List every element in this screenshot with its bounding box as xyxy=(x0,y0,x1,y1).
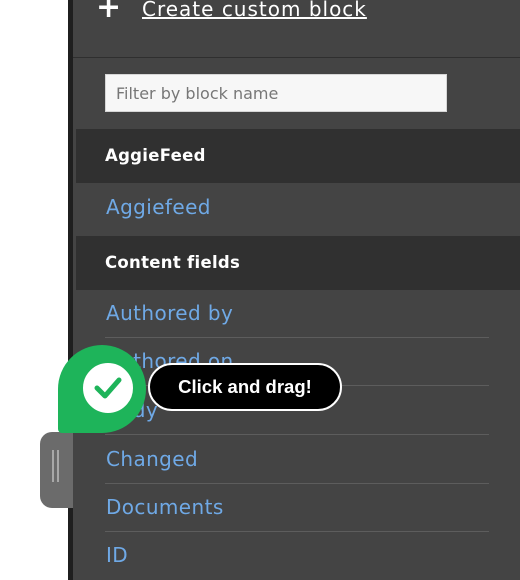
block-link-aggiefeed[interactable]: Aggiefeed xyxy=(106,194,211,220)
grip-line xyxy=(57,450,59,482)
list-divider xyxy=(105,434,489,435)
checkmark-icon[interactable] xyxy=(80,360,136,416)
block-library-panel: + Create custom block AggieFeed Aggiefee… xyxy=(73,0,520,580)
list-divider xyxy=(105,483,489,484)
block-link-id[interactable]: ID xyxy=(106,542,128,568)
plus-icon: + xyxy=(96,0,122,25)
category-header-content-fields[interactable]: Content fields xyxy=(76,236,520,290)
list-divider xyxy=(105,337,489,338)
block-link-changed[interactable]: Changed xyxy=(106,446,198,472)
drag-handle[interactable] xyxy=(40,432,73,508)
grip-line xyxy=(52,450,54,482)
block-link-authored-by[interactable]: Authored by xyxy=(106,300,233,326)
create-custom-block-link[interactable]: Create custom block xyxy=(142,0,367,22)
tour-tooltip: Click and drag! xyxy=(148,363,342,411)
block-link-documents[interactable]: Documents xyxy=(106,494,224,520)
category-header-aggiefeed[interactable]: AggieFeed xyxy=(76,129,520,183)
filter-input[interactable] xyxy=(105,74,447,112)
create-block-row[interactable]: + Create custom block xyxy=(73,0,520,58)
list-divider xyxy=(105,531,489,532)
